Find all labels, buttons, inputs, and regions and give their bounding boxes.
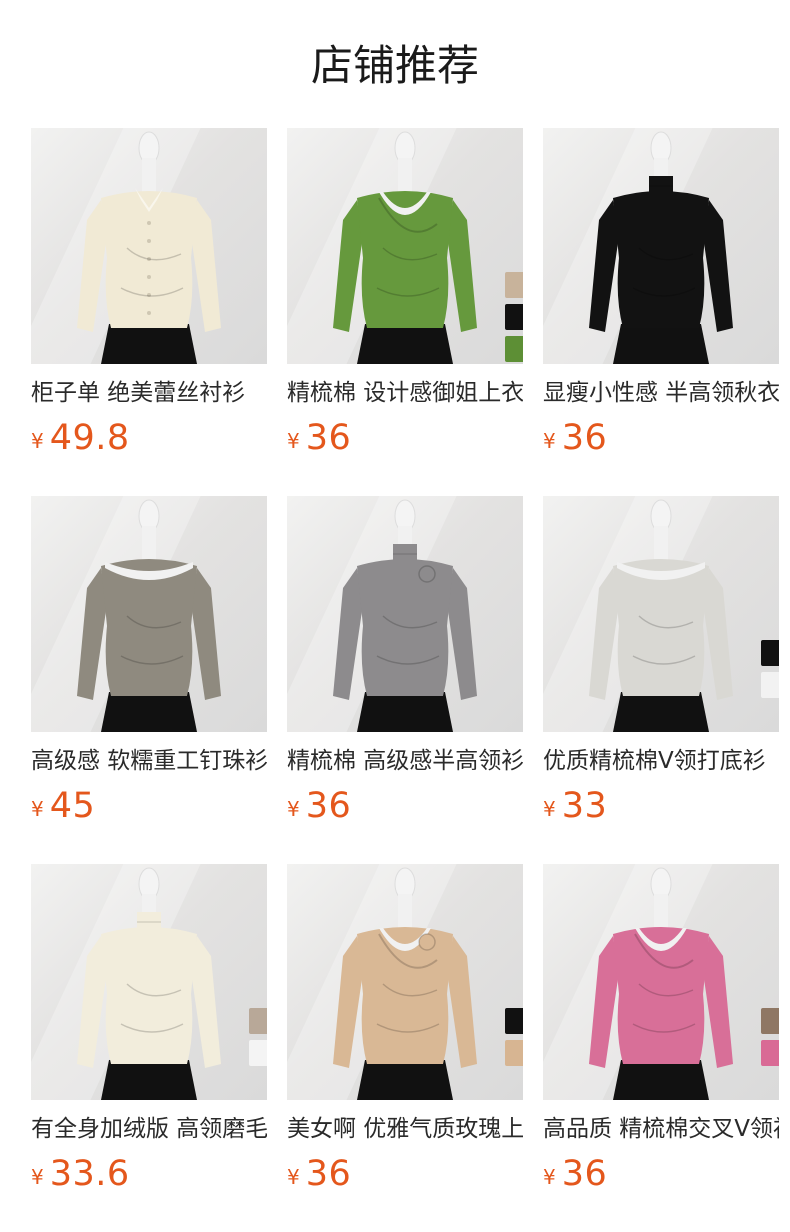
price-amount: 36 [305,786,352,826]
currency-symbol: ¥ [31,1165,44,1189]
color-swatch [505,1008,523,1034]
product-name[interactable]: 美女啊 优雅气质玫瑰上衣 [287,1114,523,1144]
product-image[interactable] [287,496,523,732]
mannequin-garment-icon [589,499,733,732]
product-card[interactable]: 精梳棉 高级感半高领衫 ¥36 [287,496,523,832]
product-price: ¥36 [543,418,779,458]
color-swatch [505,304,523,330]
currency-symbol: ¥ [287,1165,300,1189]
currency-symbol: ¥ [287,797,300,821]
price-amount: 36 [305,418,352,458]
product-name[interactable]: 有全身加绒版 高领磨毛 [31,1114,267,1144]
price-amount: 33 [561,786,608,826]
product-card[interactable]: 美女啊 优雅气质玫瑰上衣 ¥36 [287,864,523,1200]
color-swatch [761,640,779,666]
mannequin-garment-icon [333,867,477,1100]
product-name[interactable]: 显瘦小性感 半高领秋衣 [543,378,779,408]
product-card[interactable]: 高品质 精梳棉交叉V领衫 ¥36 [543,864,779,1200]
product-name[interactable]: 精梳棉 设计感御姐上衣 [287,378,523,408]
currency-symbol: ¥ [31,797,44,821]
product-price: ¥33 [543,786,779,826]
product-price: ¥36 [287,786,523,826]
product-grid: 柜子单 绝美蕾丝衬衫 ¥49.8 精梳棉 设计感御姐上衣 ¥36 显瘦小性感 半… [31,128,779,1200]
product-price: ¥45 [31,786,267,826]
color-swatches [505,1008,523,1066]
product-name[interactable]: 优质精梳棉V领打底衫 [543,746,779,776]
product-name[interactable]: 高级感 软糯重工钉珠衫 [31,746,267,776]
mannequin-garment-icon [77,131,221,364]
color-swatch [761,672,779,698]
mannequin-garment-icon [333,131,477,364]
price-amount: 36 [305,1154,352,1194]
color-swatches [249,1008,267,1066]
product-image[interactable] [287,864,523,1100]
product-card[interactable]: 有全身加绒版 高领磨毛 ¥33.6 [31,864,267,1200]
currency-symbol: ¥ [543,797,556,821]
mannequin-garment-icon [589,867,733,1100]
currency-symbol: ¥ [543,429,556,453]
currency-symbol: ¥ [31,429,44,453]
product-card[interactable]: 优质精梳棉V领打底衫 ¥33 [543,496,779,832]
product-image[interactable] [31,864,267,1100]
product-price: ¥36 [287,418,523,458]
product-price: ¥33.6 [31,1154,267,1194]
color-swatch [505,336,523,362]
color-swatches [505,272,523,362]
product-card[interactable]: 高级感 软糯重工钉珠衫 ¥45 [31,496,267,832]
product-image[interactable] [543,128,779,364]
color-swatches [761,640,779,698]
product-card[interactable]: 显瘦小性感 半高领秋衣 ¥36 [543,128,779,464]
product-image[interactable] [543,864,779,1100]
mannequin-garment-icon [333,499,477,732]
color-swatch [505,1040,523,1066]
price-amount: 45 [49,786,96,826]
color-swatch [761,1008,779,1034]
color-swatch [761,1040,779,1066]
product-price: ¥36 [543,1154,779,1194]
color-swatches [761,1008,779,1066]
currency-symbol: ¥ [543,1165,556,1189]
price-amount: 36 [561,1154,608,1194]
mannequin-garment-icon [77,499,221,732]
price-amount: 36 [561,418,608,458]
product-image[interactable] [287,128,523,364]
product-name[interactable]: 柜子单 绝美蕾丝衬衫 [31,378,267,408]
product-card[interactable]: 柜子单 绝美蕾丝衬衫 ¥49.8 [31,128,267,464]
product-name[interactable]: 精梳棉 高级感半高领衫 [287,746,523,776]
product-price: ¥49.8 [31,418,267,458]
product-image[interactable] [31,496,267,732]
color-swatch [505,272,523,298]
mannequin-garment-icon [589,131,733,364]
product-image[interactable] [31,128,267,364]
price-amount: 49.8 [49,418,130,458]
product-image[interactable] [543,496,779,732]
price-amount: 33.6 [49,1154,130,1194]
color-swatch [249,1040,267,1066]
product-card[interactable]: 精梳棉 设计感御姐上衣 ¥36 [287,128,523,464]
currency-symbol: ¥ [287,429,300,453]
page-title: 店铺推荐 [310,41,479,90]
product-name[interactable]: 高品质 精梳棉交叉V领衫 [543,1114,779,1144]
color-swatch [249,1008,267,1034]
product-price: ¥36 [287,1154,523,1194]
mannequin-garment-icon [77,867,221,1100]
